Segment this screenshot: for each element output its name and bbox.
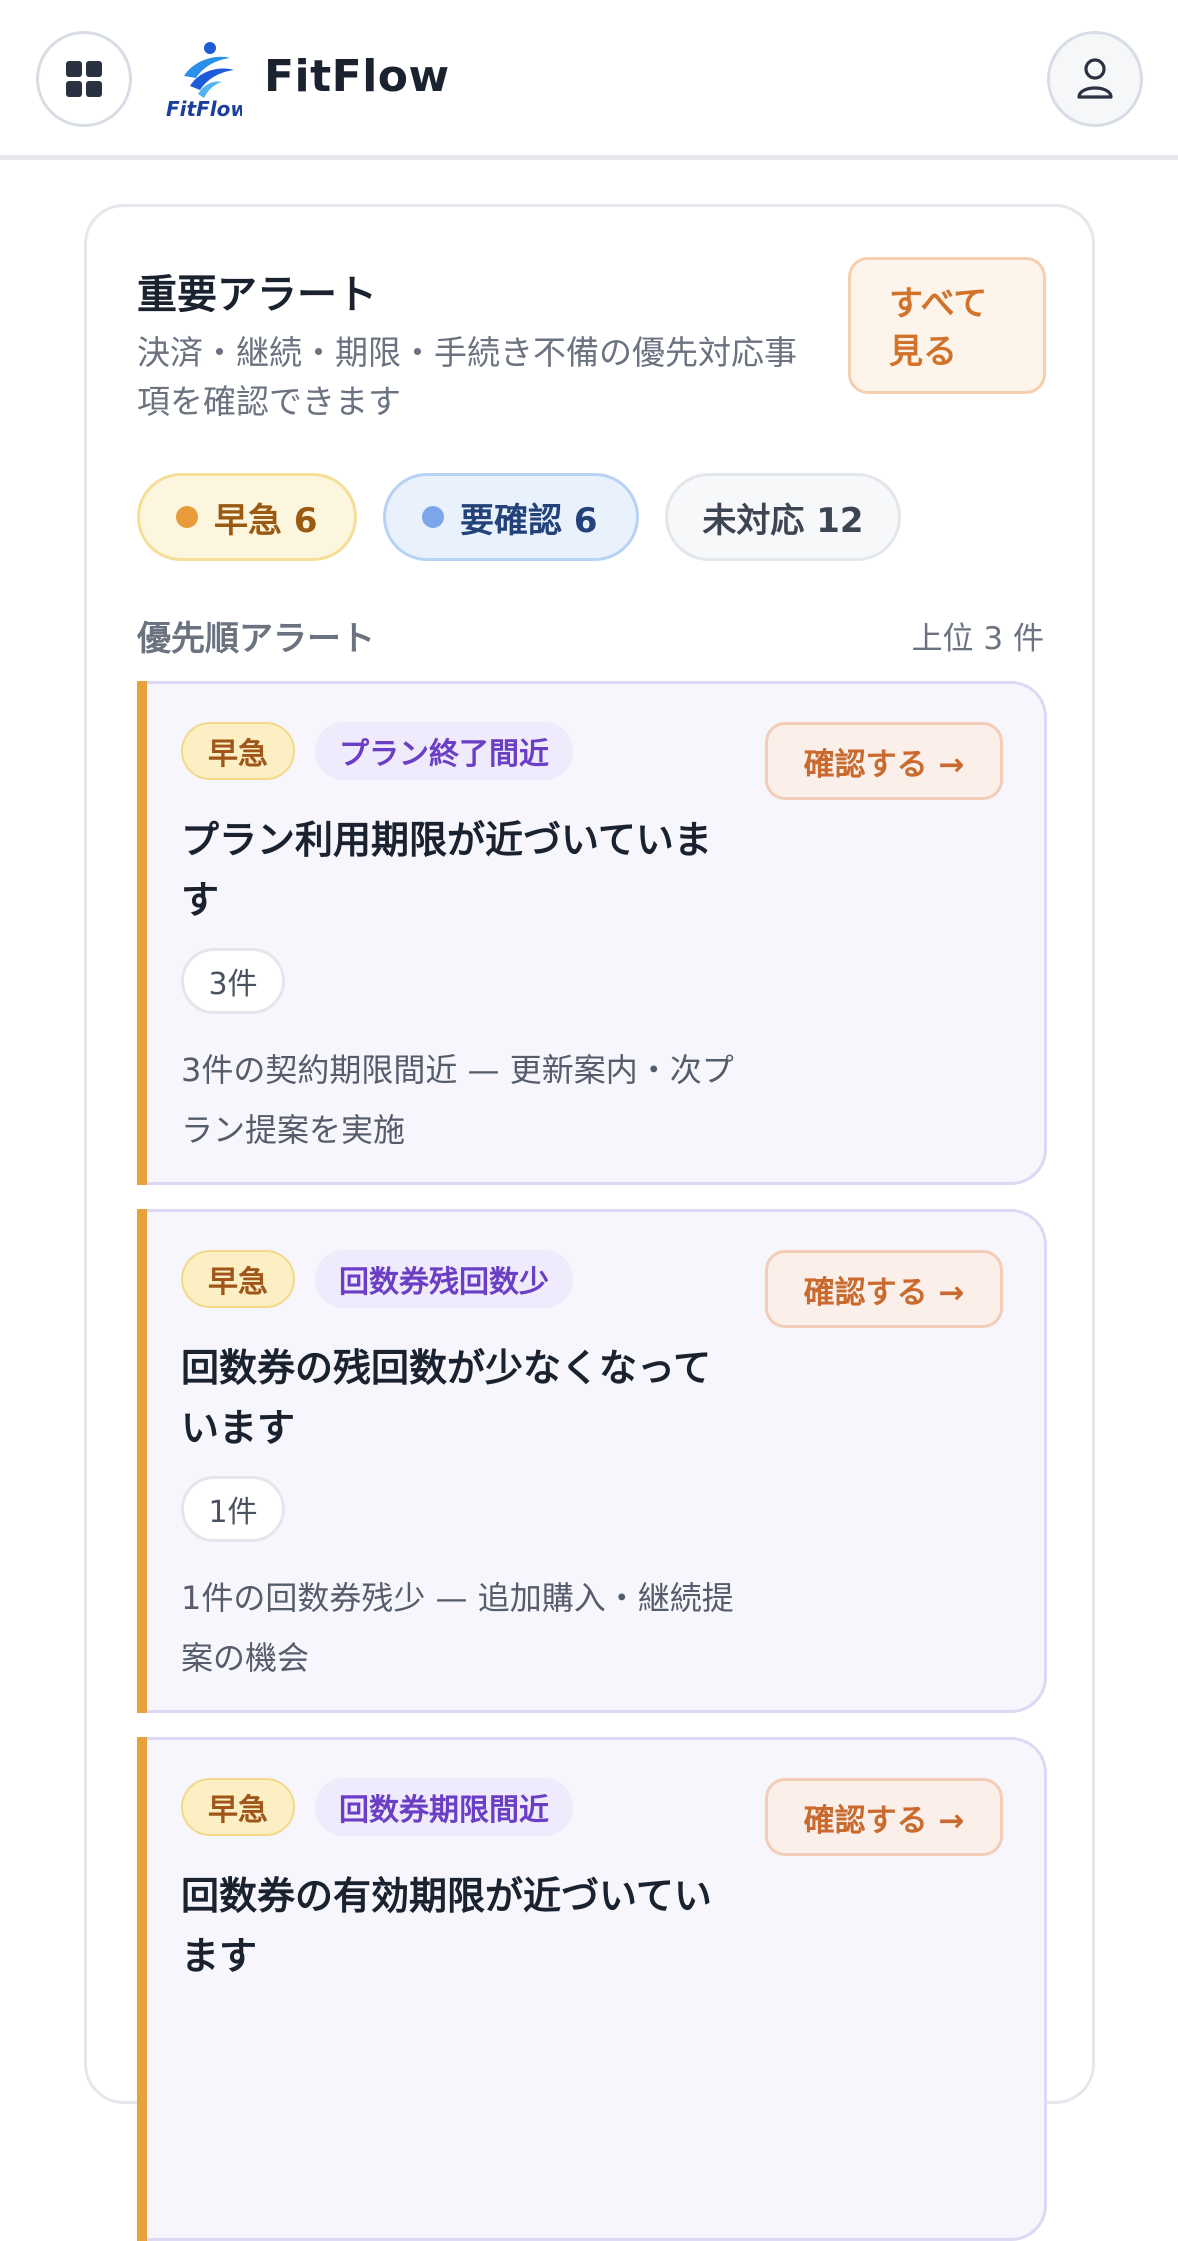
- filter-chip-urgent[interactable]: 早急 6: [137, 473, 357, 561]
- count-badge: 1件: [181, 1476, 285, 1542]
- see-all-label: すべて見る: [889, 284, 988, 372]
- count-badge: 3件: [181, 948, 285, 1014]
- card-description: 決済・継続・期限・手続き不備の優先対応事項を確認できます: [137, 333, 797, 421]
- priority-tag: 早急: [181, 1778, 295, 1836]
- alert-title: プラン利用期限が近づいています: [181, 818, 712, 922]
- chip-label: 未対応 12: [702, 500, 864, 541]
- alert-item: 早急 回数券期限間近 確認する → 回数券の有効期限が近づいています: [137, 1737, 1047, 2241]
- chip-label: 早急 6: [214, 500, 318, 541]
- alert-type-tag: 回数券残回数少: [315, 1250, 573, 1308]
- confirm-button[interactable]: 確認する →: [765, 1778, 1003, 1856]
- filter-chip-open[interactable]: 未対応 12: [665, 473, 901, 561]
- see-all-button[interactable]: すべて見る: [848, 257, 1046, 394]
- alert-item: 早急 回数券残回数少 確認する → 回数券の残回数が少なくなっています 1件 1…: [137, 1209, 1047, 1713]
- svg-text:FitFlow: FitFlow: [166, 97, 242, 120]
- alert-description: 3件の契約期限間近 — 更新案内・次プラン提案を実施: [181, 1051, 734, 1149]
- priority-bar: [137, 1209, 147, 1713]
- menu-button[interactable]: [36, 31, 132, 127]
- brand-name: FitFlow: [264, 51, 450, 102]
- alert-type-tag: プラン終了間近: [315, 722, 573, 780]
- section-title: 優先順アラート: [137, 619, 375, 659]
- alert-title: 回数券の有効期限が近づいています: [181, 1874, 712, 1978]
- app-header: FitFlow FitFlow: [0, 0, 1178, 160]
- confirm-button[interactable]: 確認する →: [765, 1250, 1003, 1328]
- section-count: 上位 3 件: [911, 621, 1044, 657]
- priority-tag: 早急: [181, 1250, 295, 1308]
- filter-chip-review[interactable]: 要確認 6: [383, 473, 639, 561]
- grid-icon: [66, 61, 102, 97]
- card-title: 重要アラート: [137, 272, 377, 318]
- alert-type-tag: 回数券期限間近: [315, 1778, 573, 1836]
- alert-description: 1件の回数券残少 — 追加購入・継続提案の機会: [181, 1579, 734, 1677]
- alert-title: 回数券の残回数が少なくなっています: [181, 1346, 712, 1450]
- user-icon: [1077, 58, 1113, 99]
- alert-item: 早急 プラン終了間近 確認する → プラン利用期限が近づいています 3件 3件の…: [137, 681, 1047, 1185]
- priority-bar: [137, 1737, 147, 2241]
- user-button[interactable]: [1047, 31, 1143, 127]
- priority-tag: 早急: [181, 722, 295, 780]
- fitflow-logo: FitFlow: [166, 42, 242, 120]
- chip-label: 要確認 6: [460, 500, 598, 541]
- confirm-button[interactable]: 確認する →: [765, 722, 1003, 800]
- priority-bar: [137, 681, 147, 1185]
- review-dot-icon: [422, 506, 444, 528]
- urgent-dot-icon: [176, 506, 198, 528]
- important-alerts-card: 重要アラート 決済・継続・期限・手続き不備の優先対応事項を確認できます すべて見…: [84, 204, 1095, 2241]
